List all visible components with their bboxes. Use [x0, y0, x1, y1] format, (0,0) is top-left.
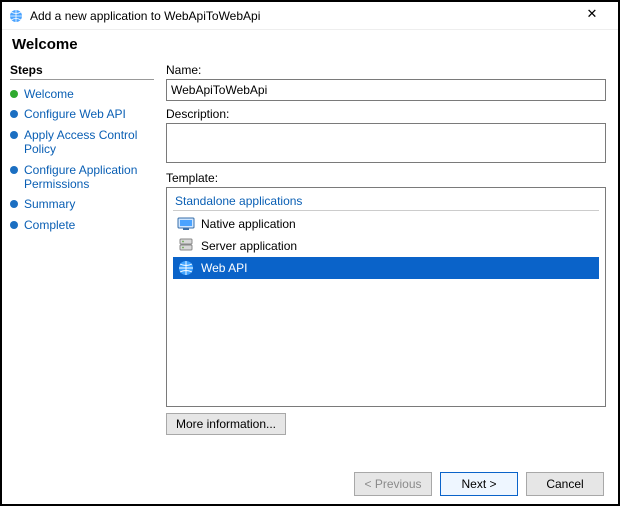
bullet-icon [10, 90, 18, 98]
step-access-control[interactable]: Apply Access Control Policy [10, 125, 154, 160]
wizard-footer: < Previous Next > Cancel [354, 472, 604, 496]
bullet-icon [10, 110, 18, 118]
steps-heading: Steps [10, 63, 154, 80]
bullet-icon [10, 221, 18, 229]
titlebar: Add a new application to WebApiToWebApi … [2, 2, 618, 30]
step-welcome[interactable]: Welcome [10, 84, 154, 104]
name-label: Name: [166, 63, 606, 77]
template-label: Template: [166, 171, 606, 185]
window-title: Add a new application to WebApiToWebApi [30, 9, 572, 23]
content-area: Steps Welcome Configure Web API Apply Ac… [2, 63, 618, 455]
native-app-icon [177, 215, 195, 233]
bullet-icon [10, 131, 18, 139]
previous-button[interactable]: < Previous [354, 472, 432, 496]
step-configure-web-api[interactable]: Configure Web API [10, 104, 154, 124]
template-group-label: Standalone applications [173, 192, 599, 211]
template-native-application[interactable]: Native application [173, 213, 599, 235]
step-summary[interactable]: Summary [10, 194, 154, 214]
description-input[interactable] [166, 123, 606, 163]
more-information-button[interactable]: More information... [166, 413, 286, 435]
template-web-api[interactable]: Web API [173, 257, 599, 279]
name-input[interactable] [166, 79, 606, 101]
next-button[interactable]: Next > [440, 472, 518, 496]
bullet-icon [10, 200, 18, 208]
step-label: Apply Access Control Policy [24, 128, 154, 157]
step-complete[interactable]: Complete [10, 215, 154, 235]
server-app-icon [177, 237, 195, 255]
web-api-icon [177, 259, 195, 277]
steps-sidebar: Steps Welcome Configure Web API Apply Ac… [2, 63, 162, 455]
step-app-permissions[interactable]: Configure Application Permissions [10, 160, 154, 195]
bullet-icon [10, 166, 18, 174]
template-label: Native application [201, 217, 296, 231]
step-label: Welcome [24, 87, 74, 101]
app-icon [8, 8, 24, 24]
step-label: Summary [24, 197, 75, 211]
cancel-button[interactable]: Cancel [526, 472, 604, 496]
template-list: Standalone applications Native applicati… [166, 187, 606, 407]
description-label: Description: [166, 107, 606, 121]
template-server-application[interactable]: Server application [173, 235, 599, 257]
step-label: Configure Web API [24, 107, 126, 121]
close-button[interactable]: ✕ [572, 6, 612, 26]
page-title: Welcome [2, 30, 618, 63]
main-panel: Name: Description: Template: Standalone … [162, 63, 618, 455]
step-label: Complete [24, 218, 75, 232]
template-label: Web API [201, 261, 247, 275]
template-label: Server application [201, 239, 297, 253]
step-label: Configure Application Permissions [24, 163, 154, 192]
